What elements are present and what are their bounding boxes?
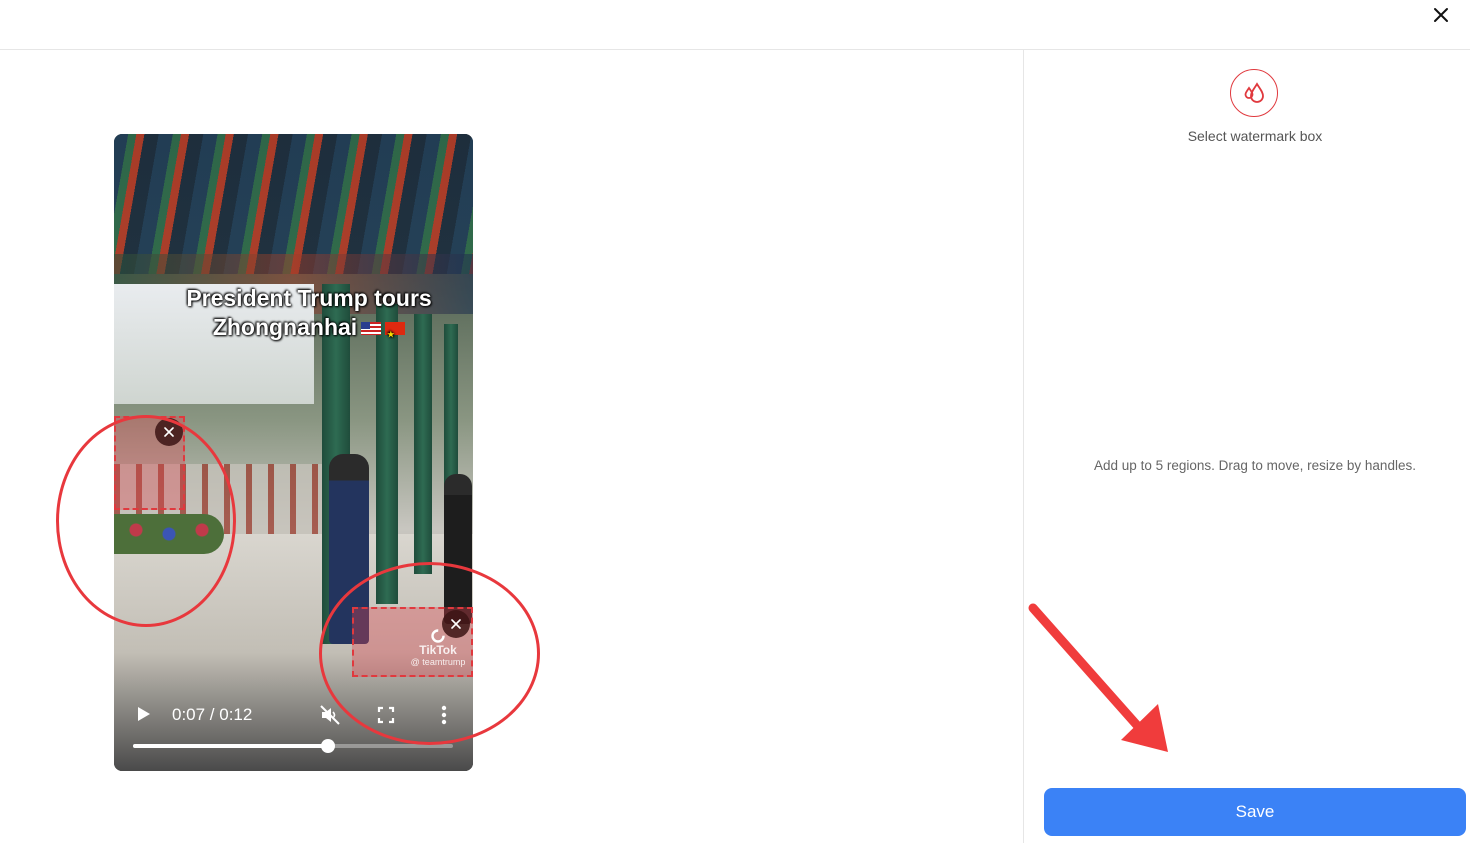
video-frame-roof bbox=[114, 134, 473, 274]
video-frame-pillar bbox=[414, 314, 432, 574]
save-button[interactable]: Save bbox=[1044, 788, 1466, 836]
muted-speaker-icon bbox=[320, 705, 340, 725]
video-caption: President Trump tours Zhongnanhai bbox=[174, 284, 444, 349]
play-icon bbox=[138, 707, 150, 721]
caption-line-1: President Trump tours bbox=[186, 285, 432, 311]
close-button[interactable] bbox=[1430, 4, 1452, 26]
play-button[interactable] bbox=[134, 704, 154, 724]
annotation-circle bbox=[56, 415, 236, 627]
china-flag-icon bbox=[385, 320, 406, 349]
annotation-circle bbox=[319, 562, 540, 745]
select-watermark-label: Select watermark box bbox=[1187, 128, 1323, 144]
mute-button[interactable] bbox=[318, 703, 342, 727]
annotation-arrow bbox=[1028, 603, 1168, 752]
us-flag-icon bbox=[361, 322, 382, 336]
video-time: 0:07 / 0:12 bbox=[172, 705, 253, 724]
editor-main: President Trump tours Zhongnanhai TikTok… bbox=[0, 50, 1023, 843]
video-progress-knob[interactable] bbox=[321, 739, 336, 753]
caption-line-2: Zhongnanhai bbox=[212, 314, 358, 340]
regions-hint: Add up to 5 regions. Drag to move, resiz… bbox=[1094, 458, 1416, 473]
close-icon bbox=[1434, 8, 1448, 22]
video-progress-fill bbox=[133, 744, 329, 748]
caption-line-2-wrap: Zhongnanhai bbox=[174, 313, 444, 349]
video-progress-bar[interactable] bbox=[133, 739, 453, 753]
watermark-drop-icon bbox=[1244, 82, 1264, 103]
select-watermark-box-button[interactable] bbox=[1230, 69, 1278, 117]
top-bar bbox=[0, 0, 1470, 50]
